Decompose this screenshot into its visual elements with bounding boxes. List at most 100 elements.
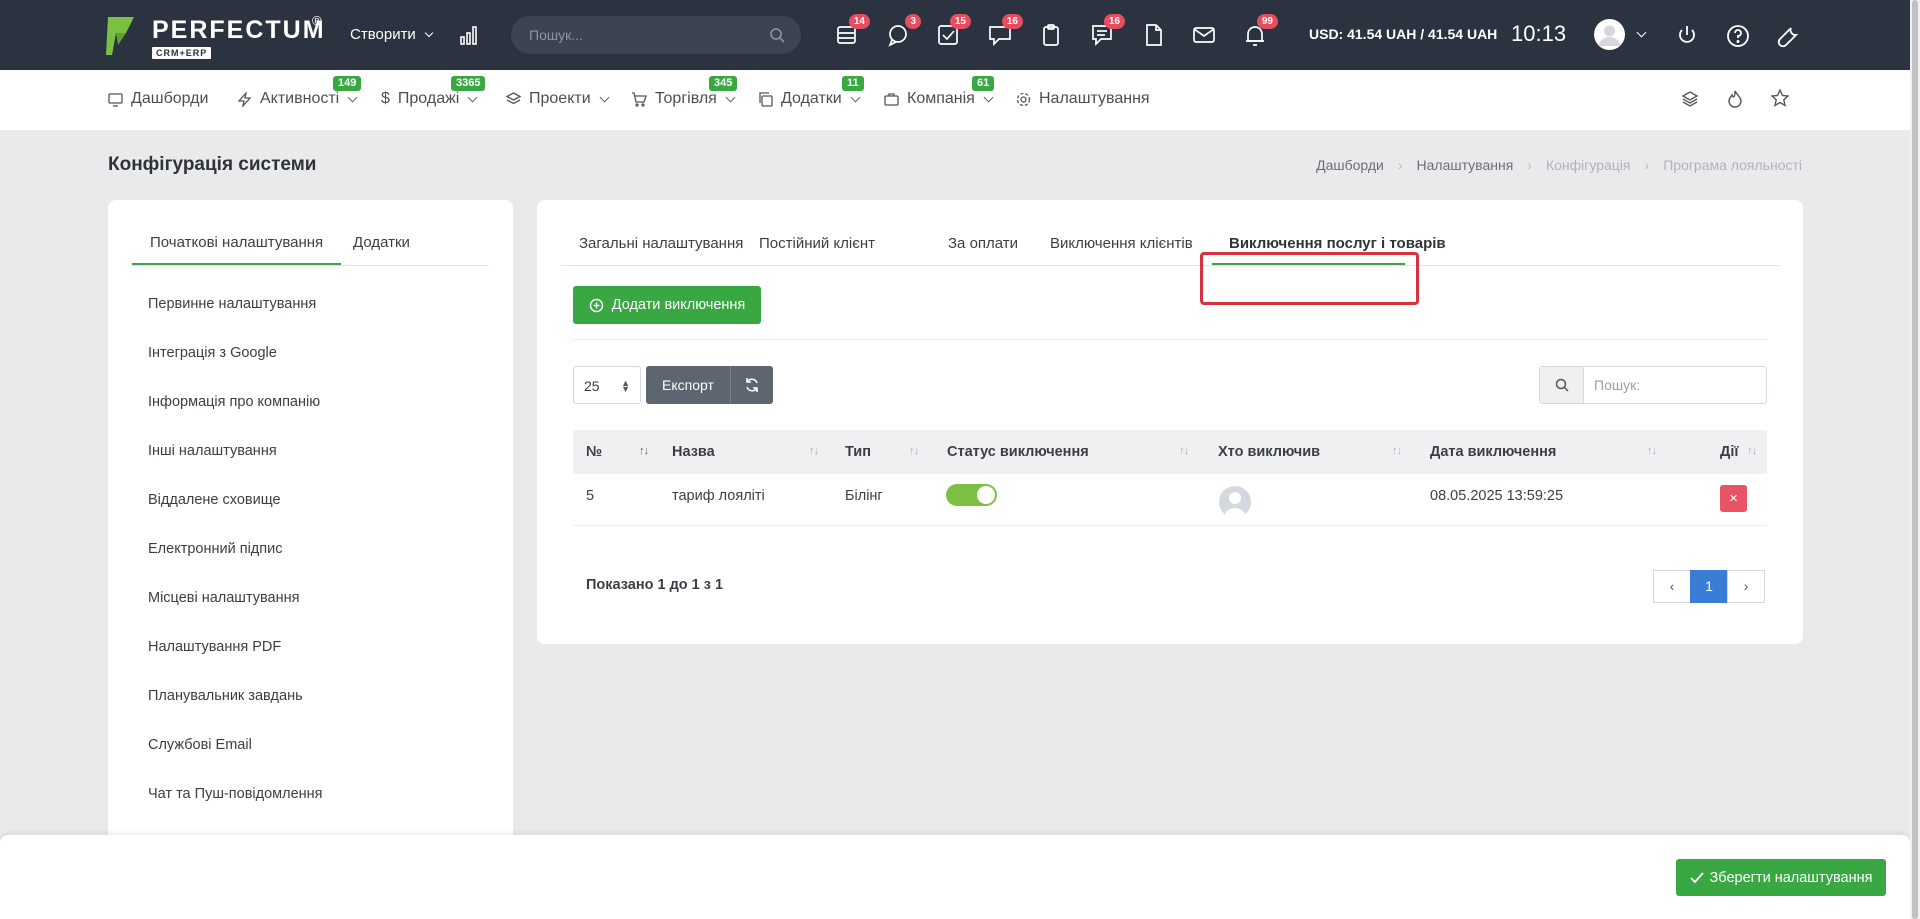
breadcrumb-item[interactable]: Дашборди [1316,157,1384,173]
clipboard-icon[interactable] [1038,22,1064,48]
sidebar-item[interactable]: Чат та Пуш-повідомлення [148,786,323,802]
tab-client-exclusions[interactable]: Виключення клієнтів [1050,235,1193,252]
layers-icon[interactable] [1681,90,1699,108]
table-search[interactable] [1539,366,1767,404]
mail-icon[interactable] [1191,22,1217,48]
nav-activities[interactable]: Активності 149 [237,76,362,108]
sidebar-item[interactable]: Планувальник завдань [148,688,303,704]
chevron-down-icon [983,92,994,102]
cell-number: 5 [586,488,595,504]
brand-reg: ® [312,13,322,28]
sort-desc-icon[interactable]: ↑↓ [639,445,649,457]
sort-icon[interactable]: ↑↓ [1392,445,1402,457]
tasks-table-icon[interactable]: 14 [834,14,870,48]
nav-company[interactable]: Компанія 61 [884,76,995,108]
sidebar-item[interactable]: Місцеві налаштування [148,590,299,606]
tab-regular-client[interactable]: Постійний клієнт [759,235,875,252]
user-avatar[interactable] [1594,19,1625,50]
global-search[interactable] [511,16,801,54]
create-label: Створити [350,26,416,43]
page-size-select[interactable]: 25 ▲ ▼ [573,366,641,404]
save-footer: Зберегти налаштування [0,835,1910,919]
nav-trade[interactable]: Торгівля 345 [631,76,738,108]
flame-icon[interactable] [1727,90,1743,108]
global-search-input[interactable] [529,16,759,54]
sidebar-item[interactable]: Інформація про компанію [148,394,320,410]
exclusions-panel: Загальні налаштування Постійний клієнт З… [537,200,1803,644]
notes-icon[interactable]: 16 [1089,14,1125,48]
status-toggle[interactable] [946,484,997,506]
sidebar-item[interactable]: Налаштування PDF [148,639,281,655]
settings-sidebar: Початкові налаштування Додатки Первинне … [108,200,513,900]
table-row: 5 тариф лояліті Білінг 08.05.2025 13:59:… [573,474,1767,526]
sort-icon[interactable]: ↑↓ [909,445,919,457]
refresh-button[interactable] [730,366,773,404]
sort-icon[interactable]: ↑↓ [1747,445,1757,457]
chevron-down-icon[interactable] [1636,27,1647,38]
scrollbar-thumb[interactable] [1912,0,1918,919]
cell-name: тариф лояліті [672,488,765,504]
sidebar-item[interactable]: Електронний підпис [148,541,282,557]
col-excluded-by[interactable]: Хто виключив [1218,444,1320,460]
nav-badge: 149 [333,76,362,91]
tab-service-exclusions[interactable]: Виключення послуг і товарів [1229,235,1446,252]
plus-circle-icon [589,298,603,312]
tab-general[interactable]: Загальні налаштування [579,235,743,252]
save-settings-button[interactable]: Зберегти налаштування [1676,859,1886,896]
logo-mark-icon [106,17,134,55]
breadcrumb-item[interactable]: Налаштування [1417,157,1514,173]
page-prev-button[interactable]: ‹ [1653,570,1691,603]
delete-button[interactable]: × [1720,485,1747,512]
power-icon[interactable] [1676,24,1698,46]
sidebar-item[interactable]: Первинне налаштування [148,296,316,312]
chat-bubble-icon[interactable]: 3 [885,14,921,48]
star-icon[interactable] [1771,89,1789,107]
col-status[interactable]: Статус виключення [947,444,1089,460]
col-number[interactable]: № [586,444,602,460]
page-button[interactable]: 1 [1690,570,1728,603]
nav-projects[interactable]: Проекти [506,90,610,108]
sidebar-item[interactable]: Інтеграція з Google [148,345,277,361]
brand-logo[interactable]: PERFECTUM ® CRM+ERP [106,13,326,61]
tab-initial-settings[interactable]: Початкові налаштування [132,234,342,265]
nav-settings[interactable]: Налаштування [1016,90,1150,108]
nav-label: Активності [260,90,340,107]
nav-dashboards[interactable]: Дашборди [108,90,208,108]
tab-addons[interactable]: Додатки [353,234,410,251]
col-type[interactable]: Тип [845,444,871,460]
wrench-icon[interactable] [1777,24,1801,48]
stats-bars-icon[interactable] [460,25,480,45]
sort-icon[interactable]: ↑↓ [809,445,819,457]
nav-badge: 11 [842,76,864,91]
sidebar-item[interactable]: Віддалене сховище [148,492,281,508]
table-search-input[interactable] [1594,367,1754,403]
close-icon: × [1729,490,1738,507]
cart-icon [632,91,647,107]
help-icon[interactable] [1726,24,1750,48]
add-exclusion-label: Додати виключення [611,297,746,313]
export-button[interactable]: Експорт [646,366,730,404]
check-icon [1689,871,1704,883]
breadcrumb-item[interactable]: Конфігурація [1546,157,1631,173]
table-info: Показано 1 до 1 з 1 [586,577,724,593]
nav-label: Продажі [397,90,460,107]
tab-payments[interactable]: За оплати [948,235,1018,252]
messages-icon[interactable]: 16 [987,14,1023,48]
badge: 15 [949,14,971,29]
bell-icon[interactable]: 99 [1242,14,1278,48]
sidebar-item[interactable]: Інші налаштування [148,443,277,459]
col-date[interactable]: Дата виключення [1430,444,1556,460]
sidebar-item[interactable]: Службові Email [148,737,252,753]
nav-addons[interactable]: Додатки 11 [758,76,864,108]
document-icon[interactable] [1140,22,1166,48]
chevron-down-icon [850,92,861,102]
page-next-button[interactable]: › [1727,570,1765,603]
checklist-icon[interactable]: 15 [935,14,971,48]
sort-icon[interactable]: ↑↓ [1179,445,1189,457]
col-name[interactable]: Назва [672,444,715,460]
pagination: ‹ 1 › [1653,570,1765,603]
sort-icon[interactable]: ↑↓ [1647,445,1657,457]
nav-sales[interactable]: $ Продажі 3365 [381,76,486,108]
add-exclusion-button[interactable]: Додати виключення [573,286,761,324]
create-dropdown[interactable]: Створити [350,26,434,43]
